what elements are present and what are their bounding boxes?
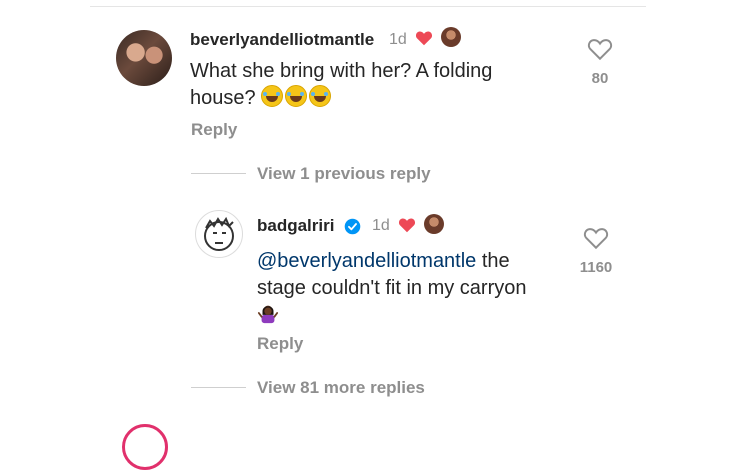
doodle-face-icon [204,216,234,251]
thread-line [191,173,246,174]
view-more-replies-button[interactable]: View 81 more replies [257,378,425,398]
mention-link[interactable]: @beverlyandelliotmantle [257,250,476,272]
creator-avatar-mini [424,214,444,234]
laugh-emoji-icon [261,85,333,109]
reply-username[interactable]: badgalriri [257,216,334,236]
comment-body: What she bring with her? A folding house… [190,58,550,112]
top-divider [90,6,646,7]
avatar-badgalriri[interactable] [195,210,243,258]
reply-timestamp: 1d [372,217,390,234]
heart-filled-icon [415,31,433,46]
view-previous-replies-button[interactable]: View 1 previous reply [257,164,431,184]
reply-button[interactable]: Reply [191,120,237,140]
avatar-beverlyandelliotmantle[interactable] [116,30,172,86]
comment-text: What she bring with her? A folding house… [190,60,493,109]
reply-body: @beverlyandelliotmantle the stage couldn… [257,248,557,302]
verified-badge-icon [344,218,361,235]
woman-shrugging-emoji-icon [257,305,279,324]
comment-username[interactable]: beverlyandelliotmantle [190,30,374,50]
creator-avatar-mini [441,27,461,47]
thread-line [191,387,246,388]
heart-outline-icon[interactable] [583,226,609,250]
next-comment-avatar[interactable] [122,424,168,470]
comment-timestamp: 1d [389,31,407,48]
reply-button[interactable]: Reply [257,334,303,354]
like-count: 1160 [579,259,613,276]
heart-outline-icon[interactable] [587,37,613,61]
heart-filled-icon [398,218,416,233]
like-count: 80 [591,70,609,87]
